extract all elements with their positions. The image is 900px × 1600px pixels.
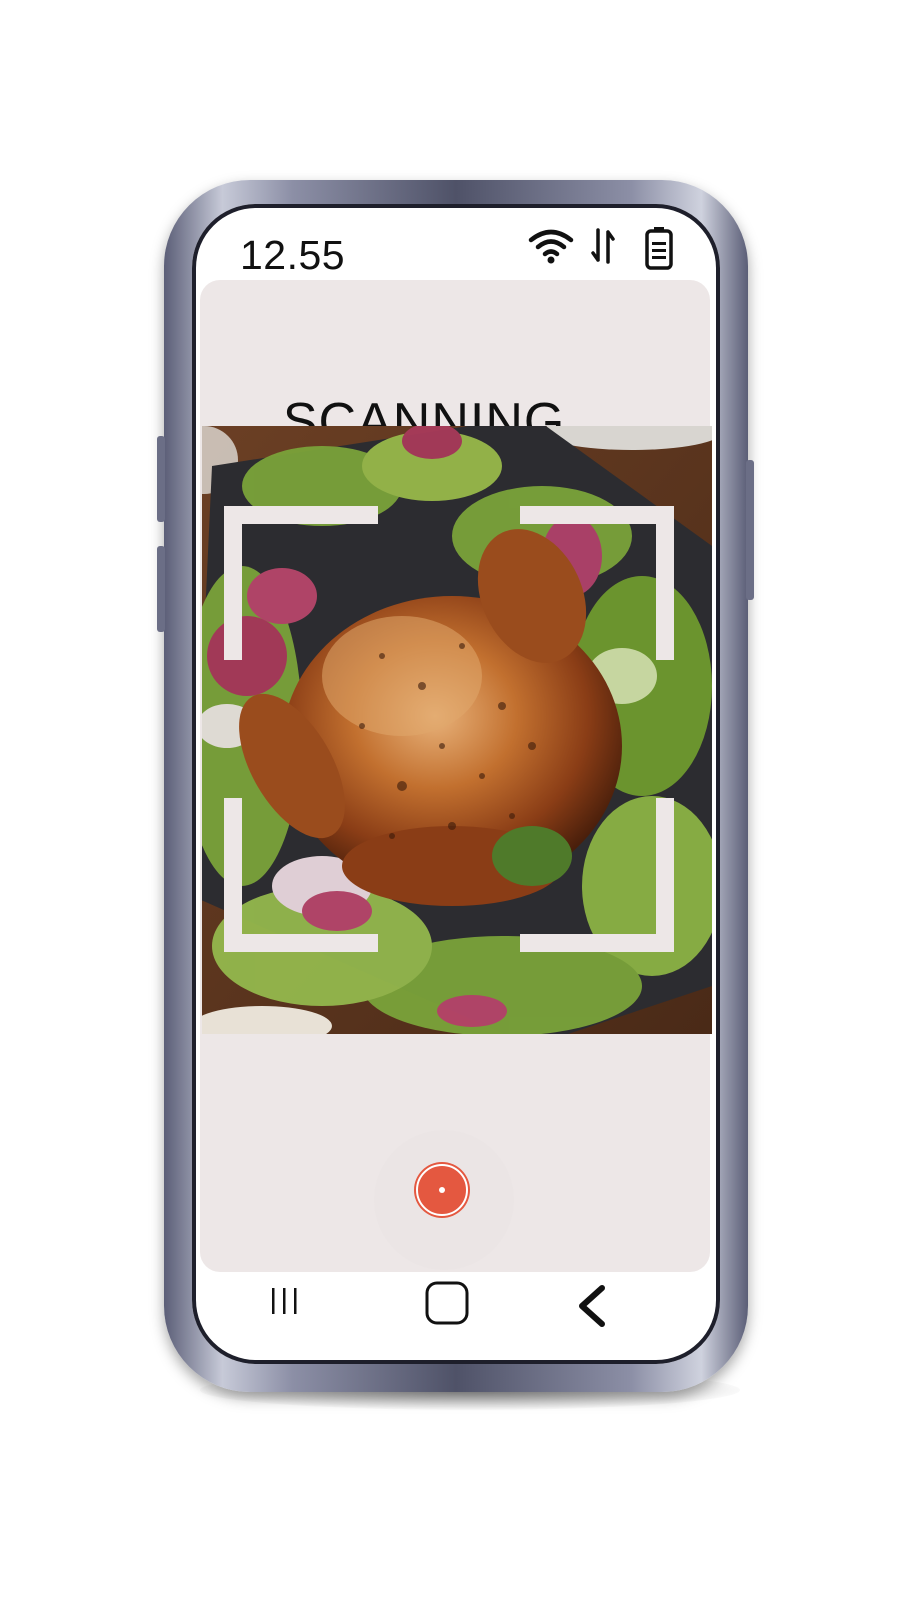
phone-screen: 12.55 SCANNING....: [192, 204, 720, 1364]
volume-up-button: [157, 436, 165, 522]
scan-frame-bottom-left: [224, 798, 242, 952]
wifi-icon: [528, 229, 574, 264]
volume-down-button: [157, 546, 165, 632]
data-transfer-icon: [591, 228, 615, 264]
home-button[interactable]: [424, 1280, 470, 1326]
recent-apps-button[interactable]: [268, 1280, 302, 1320]
status-time: 12.55: [240, 232, 346, 278]
camera-preview: [202, 426, 712, 1034]
shutter-button[interactable]: [416, 1164, 468, 1216]
back-button[interactable]: [572, 1284, 612, 1328]
shutter-dot: [439, 1187, 445, 1193]
scan-frame-top-right: [520, 506, 674, 524]
scan-frame-bottom-left: [224, 934, 378, 952]
scan-frame-top-right: [656, 506, 674, 660]
scan-frame-top-left: [224, 506, 242, 660]
battery-icon: [645, 227, 673, 270]
scan-frame-bottom-right: [520, 934, 674, 952]
power-button: [746, 460, 754, 600]
scan-frame-bottom-right: [656, 798, 674, 952]
scan-frame-top-left: [224, 506, 378, 524]
